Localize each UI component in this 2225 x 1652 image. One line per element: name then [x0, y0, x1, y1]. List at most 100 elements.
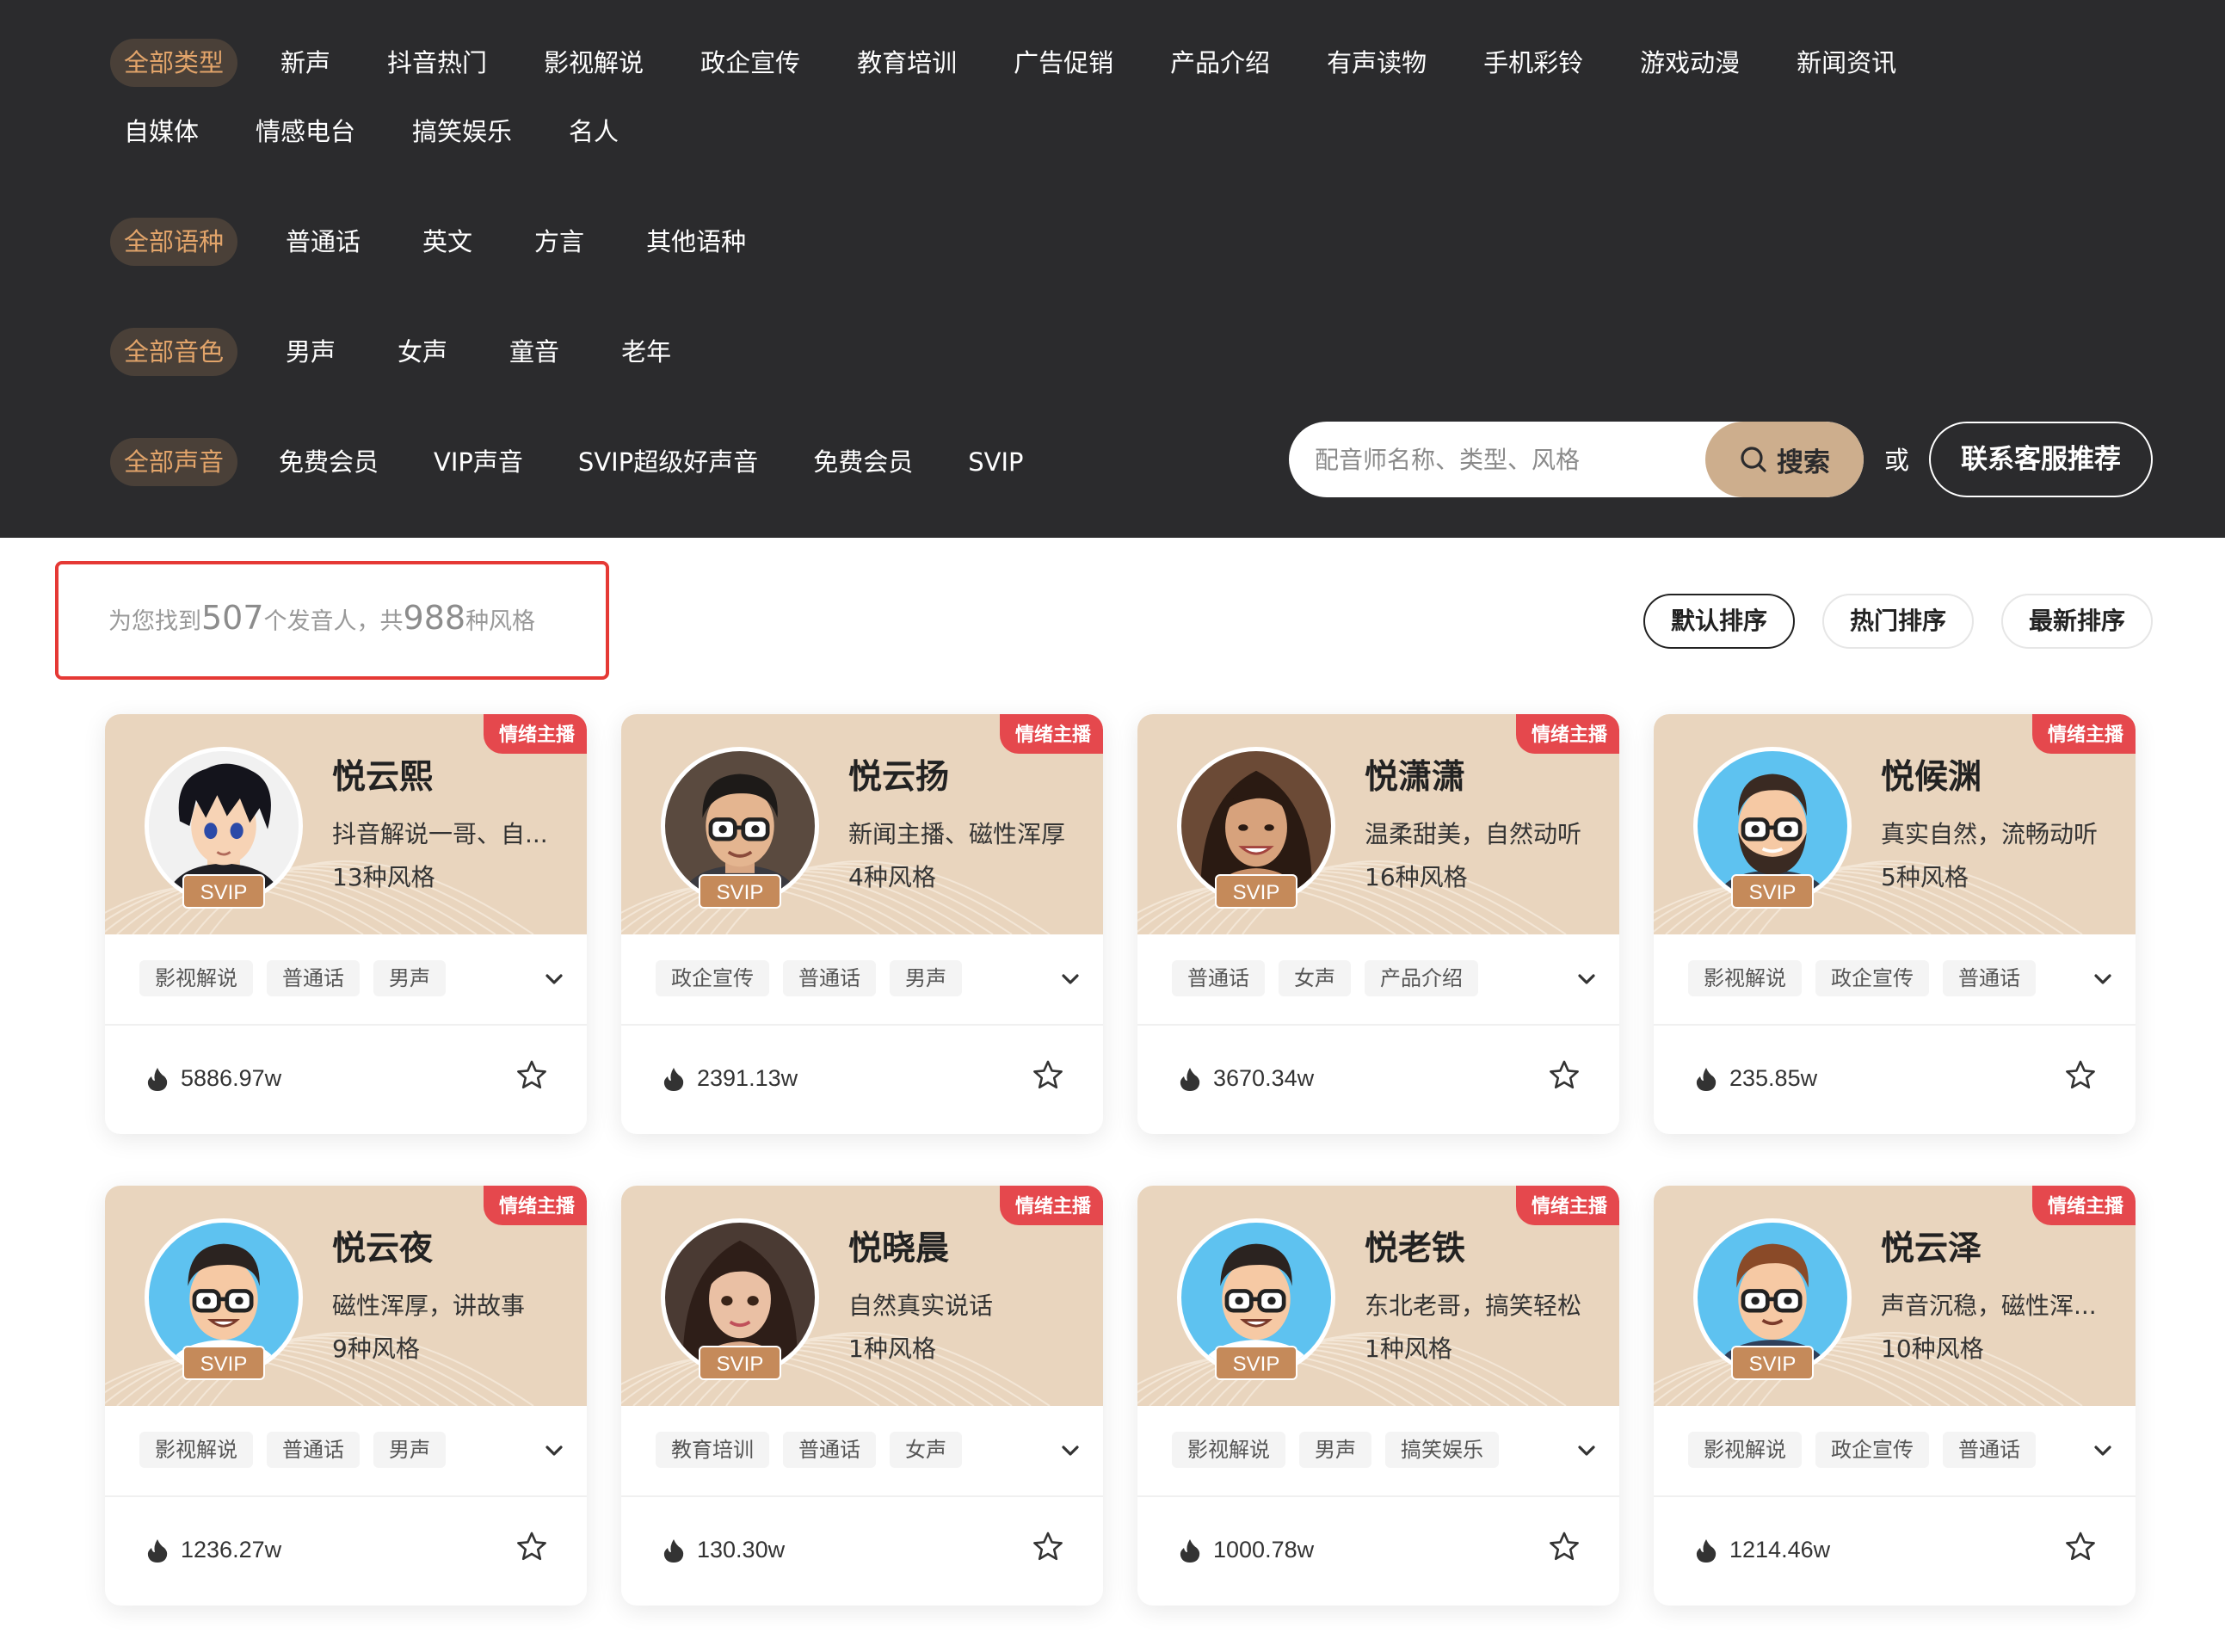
type-filter-chip[interactable]: 抖音热门 — [373, 39, 501, 87]
language-filter-chip[interactable]: 英文 — [409, 218, 486, 266]
type-filter-chip[interactable]: 产品介绍 — [1156, 39, 1284, 87]
language-filter-chip[interactable]: 方言 — [521, 218, 598, 266]
speaker-description: 真实自然，流畅动听 — [1881, 820, 2099, 848]
speaker-name: 悦云夜 — [332, 1230, 434, 1268]
star-icon[interactable] — [515, 1058, 549, 1093]
flame-icon — [1180, 1538, 1200, 1563]
star-icon[interactable] — [1547, 1058, 1581, 1093]
speaker-description: 自然真实说话 — [848, 1291, 994, 1320]
popularity: 1000.78w — [1179, 1537, 1314, 1563]
star-icon[interactable] — [2063, 1058, 2098, 1093]
chevron-down-icon[interactable] — [2089, 1437, 2117, 1464]
chevron-down-icon[interactable] — [1057, 1437, 1084, 1464]
voice-card-grid: 情绪主播 SVIP 悦云熙 抖音解说一哥、自... 13种风格 影视解说 普通话男… — [105, 714, 2139, 1606]
timbre-filter-chip[interactable]: 全部音色 — [110, 328, 238, 376]
type-filter-chip[interactable]: 教育培训 — [843, 39, 971, 87]
type-filter-chip[interactable]: 全部类型 — [110, 39, 238, 87]
flame-icon — [1696, 1067, 1717, 1091]
speaker-name: 悦潇潇 — [1365, 758, 1466, 797]
voice-card[interactable]: 情绪主播 SVIP 悦云扬 新闻主播、磁性浑厚 4种风格 政企宣传普通话男声 — [621, 714, 1103, 1134]
chevron-down-icon[interactable] — [540, 1437, 568, 1464]
voice-card[interactable]: 情绪主播 SVIP 悦晓晨 自然真实说话 1种风格 教育培训 普通话 女声 13… — [621, 1186, 1103, 1606]
voice-card[interactable]: 情绪主播 SVIP 悦云熙 抖音解说一哥、自... 13种风格 影视解说 普通话男… — [105, 714, 587, 1134]
chevron-down-icon[interactable] — [1057, 965, 1084, 993]
search-box: 搜索 — [1289, 422, 1864, 497]
divider — [621, 1024, 1103, 1026]
voice-level-filter-chip[interactable]: VIP声音 — [420, 438, 537, 486]
type-filter-chip[interactable]: 影视解说 — [530, 39, 657, 87]
card-header: 情绪主播 SVIP 悦云泽 声音沉稳，磁性浑... 10种风格 — [1654, 1186, 2136, 1406]
voice-card[interactable]: 情绪主播 SVIP 悦云泽 声音沉稳，磁性浑... 10种风格 影视解说 政企宣传… — [1654, 1186, 2136, 1606]
avatar-container: SVIP — [661, 747, 819, 909]
voice-card[interactable]: 情绪主播 SVIP 悦云夜 磁性浑厚，讲故事 9种风格 影视解说普通话男声 — [105, 1186, 587, 1606]
tag: 影视解说 — [1688, 960, 1802, 996]
category-badge: 情绪主播 — [483, 1186, 587, 1225]
type-filter-chip[interactable]: 游戏动漫 — [1626, 39, 1753, 87]
popularity-value: 5886.97w — [181, 1065, 282, 1091]
tag: 搞笑娱乐 — [1385, 1432, 1499, 1468]
voice-card[interactable]: 情绪主播 SVIP 悦老铁 东北老哥，搞笑轻松 1种风格 影视解说 男声 搞笑娱乐 — [1137, 1186, 1619, 1606]
type-filter-chip[interactable]: 有声读物 — [1313, 39, 1440, 87]
chevron-down-icon[interactable] — [1573, 965, 1600, 993]
chevron-down-icon[interactable] — [540, 965, 568, 993]
voice-level-filter-chip[interactable]: 全部声音 — [110, 438, 238, 486]
timbre-filter-chip[interactable]: 老年 — [607, 328, 685, 376]
voice-level-filter-chip[interactable]: 免费会员 — [265, 438, 392, 486]
avatar-container: SVIP — [1693, 1218, 1852, 1380]
sort-newest-button[interactable]: 最新排序 — [2000, 594, 2153, 649]
tag: 普通话 — [267, 1432, 360, 1468]
timbre-filter-chip[interactable]: 女声 — [384, 328, 461, 376]
filter-panel: 全部类型 新声 抖音热门 影视解说 政企宣传 教育培训 广告促销 产品介绍 有声读物 手机彩铃 游戏… — [0, 0, 2225, 538]
type-filter-chip[interactable]: 情感电台 — [242, 108, 369, 156]
chevron-down-icon[interactable] — [1573, 1437, 1600, 1464]
language-filter-chip[interactable]: 普通话 — [272, 218, 374, 266]
language-filter-chip[interactable]: 其他语种 — [632, 218, 760, 266]
search-button[interactable]: 搜索 — [1705, 422, 1864, 497]
search-input[interactable] — [1315, 422, 1693, 497]
star-icon[interactable] — [1547, 1530, 1581, 1564]
type-filter-chip[interactable]: 政企宣传 — [687, 39, 814, 87]
speaker-description: 东北老哥，搞笑轻松 — [1365, 1291, 1582, 1320]
style-count: 13种风格 — [332, 863, 435, 891]
type-filter-chip[interactable]: 自媒体 — [110, 108, 213, 156]
tag-list: 影视解说 普通话 男声 — [139, 1432, 446, 1468]
voice-card[interactable]: 情绪主播 SVIP 悦潇潇 温柔甜美，自然动听 16种风格 普通话 女声 产品介绍 — [1137, 714, 1619, 1134]
style-count: 16种风格 — [1365, 863, 1468, 891]
chevron-down-icon[interactable] — [2089, 965, 2117, 993]
star-icon[interactable] — [1031, 1530, 1065, 1564]
flame-icon — [1696, 1538, 1717, 1563]
type-filter-chip[interactable]: 新闻资讯 — [1783, 39, 1910, 87]
voice-level-filter-chip[interactable]: SVIP超级好声音 — [564, 438, 772, 486]
star-icon[interactable] — [515, 1530, 549, 1564]
voice-level-filter-chip[interactable]: 免费会员 — [799, 438, 927, 486]
level-badge: SVIP — [1215, 1346, 1297, 1380]
category-badge: 情绪主播 — [1515, 1186, 1619, 1225]
timbre-filter-chip[interactable]: 童音 — [496, 328, 573, 376]
divider — [105, 1024, 587, 1026]
sort-default-button[interactable]: 默认排序 — [1643, 594, 1795, 649]
star-icon[interactable] — [2063, 1530, 2098, 1564]
result-summary: 为您找到507个发音人，共988种风格 — [108, 599, 536, 637]
star-icon[interactable] — [1031, 1058, 1065, 1093]
type-filter-chip[interactable]: 手机彩铃 — [1470, 39, 1597, 87]
tag: 男声 — [1299, 1432, 1371, 1468]
card-header: 情绪主播 SVIP 悦晓晨 自然真实说话 1种风格 — [621, 1186, 1103, 1406]
flame-icon — [147, 1538, 168, 1563]
sort-popular-button[interactable]: 热门排序 — [1821, 594, 1974, 649]
type-filter-chip[interactable]: 名人 — [555, 108, 632, 156]
tag: 政企宣传 — [1815, 960, 1929, 996]
level-badge: SVIP — [1731, 874, 1814, 909]
category-badge: 情绪主播 — [483, 714, 587, 754]
divider — [1137, 1495, 1619, 1497]
type-filter-chip[interactable]: 新声 — [267, 39, 344, 87]
tag: 教育培训 — [656, 1432, 769, 1468]
timbre-filter-chip[interactable]: 男声 — [272, 328, 349, 376]
popularity: 2391.13w — [663, 1065, 798, 1092]
contact-support-button[interactable]: 联系客服推荐 — [1929, 422, 2153, 497]
tag-list: 影视解说 政企宣传 普通话 — [1688, 960, 2036, 996]
type-filter-chip[interactable]: 搞笑娱乐 — [398, 108, 526, 156]
voice-level-filter-chip[interactable]: SVIP — [954, 438, 1037, 486]
language-filter-chip[interactable]: 全部语种 — [110, 218, 238, 266]
voice-card[interactable]: 情绪主播 SVIP 悦候渊 真实自然，流畅动听 5种风格 影视解说 政企宣传 普通话 — [1654, 714, 2136, 1134]
type-filter-chip[interactable]: 广告促销 — [1000, 39, 1127, 87]
